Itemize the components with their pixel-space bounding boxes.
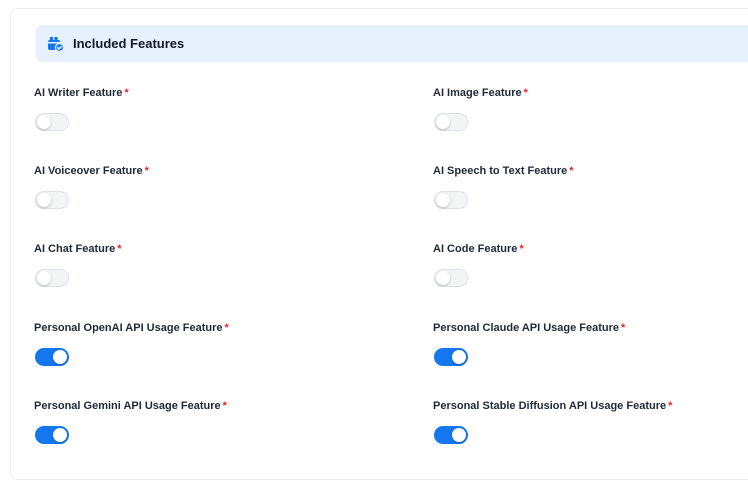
field-label: AI Image Feature * — [433, 87, 528, 99]
field-label: AI Voiceover Feature * — [34, 165, 149, 177]
field-ai-writer: AI Writer Feature * — [34, 86, 129, 131]
ai-writer-toggle[interactable] — [35, 113, 69, 131]
toggle-knob — [452, 350, 466, 364]
field-label: AI Writer Feature * — [34, 87, 129, 99]
required-marker: * — [519, 243, 524, 255]
personal-gemini-api-toggle[interactable] — [35, 426, 69, 444]
toggle-knob — [37, 271, 51, 285]
required-marker: * — [523, 87, 528, 99]
field-label: Personal Claude API Usage Feature * — [433, 322, 626, 334]
field-ai-voiceover: AI Voiceover Feature * — [34, 164, 149, 209]
section-title: Included Features — [73, 36, 185, 51]
field-label: Personal OpenAI API Usage Feature * — [34, 322, 229, 334]
toggle-knob — [436, 193, 450, 207]
section-header: Included Features — [36, 25, 748, 62]
field-personal-claude-api: Personal Claude API Usage Feature * — [433, 321, 626, 366]
field-label: AI Speech to Text Feature * — [433, 165, 574, 177]
field-ai-chat: AI Chat Feature * — [34, 242, 122, 287]
field-personal-openai-api: Personal OpenAI API Usage Feature * — [34, 321, 229, 366]
required-marker: * — [144, 165, 149, 177]
ai-code-toggle[interactable] — [434, 269, 468, 287]
field-label: AI Code Feature * — [433, 243, 524, 255]
field-label: AI Chat Feature * — [34, 243, 122, 255]
field-label: Personal Gemini API Usage Feature * — [34, 400, 227, 412]
field-personal-gemini-api: Personal Gemini API Usage Feature * — [34, 399, 227, 444]
required-marker: * — [621, 322, 626, 334]
ai-voiceover-toggle[interactable] — [35, 191, 69, 209]
toggle-knob — [436, 115, 450, 129]
toggle-knob — [37, 193, 51, 207]
personal-claude-api-toggle[interactable] — [434, 348, 468, 366]
ai-image-toggle[interactable] — [434, 113, 468, 131]
required-marker: * — [222, 400, 227, 412]
toggle-knob — [436, 271, 450, 285]
field-personal-stable-diffusion-api: Personal Stable Diffusion API Usage Feat… — [433, 399, 673, 444]
toggle-knob — [53, 428, 67, 442]
personal-stable-diffusion-api-toggle[interactable] — [434, 426, 468, 444]
toggle-knob — [53, 350, 67, 364]
ai-speech-to-text-toggle[interactable] — [434, 191, 468, 209]
personal-openai-api-toggle[interactable] — [35, 348, 69, 366]
field-ai-speech-to-text: AI Speech to Text Feature * — [433, 164, 574, 209]
required-marker: * — [117, 243, 122, 255]
required-marker: * — [124, 87, 129, 99]
required-marker: * — [668, 400, 673, 412]
toggle-knob — [37, 115, 51, 129]
ai-chat-toggle[interactable] — [35, 269, 69, 287]
gift-calendar-icon — [47, 36, 64, 52]
field-ai-image: AI Image Feature * — [433, 86, 528, 131]
required-marker: * — [224, 322, 229, 334]
toggle-knob — [452, 428, 466, 442]
required-marker: * — [569, 165, 574, 177]
field-ai-code: AI Code Feature * — [433, 242, 524, 287]
field-label: Personal Stable Diffusion API Usage Feat… — [433, 400, 673, 412]
